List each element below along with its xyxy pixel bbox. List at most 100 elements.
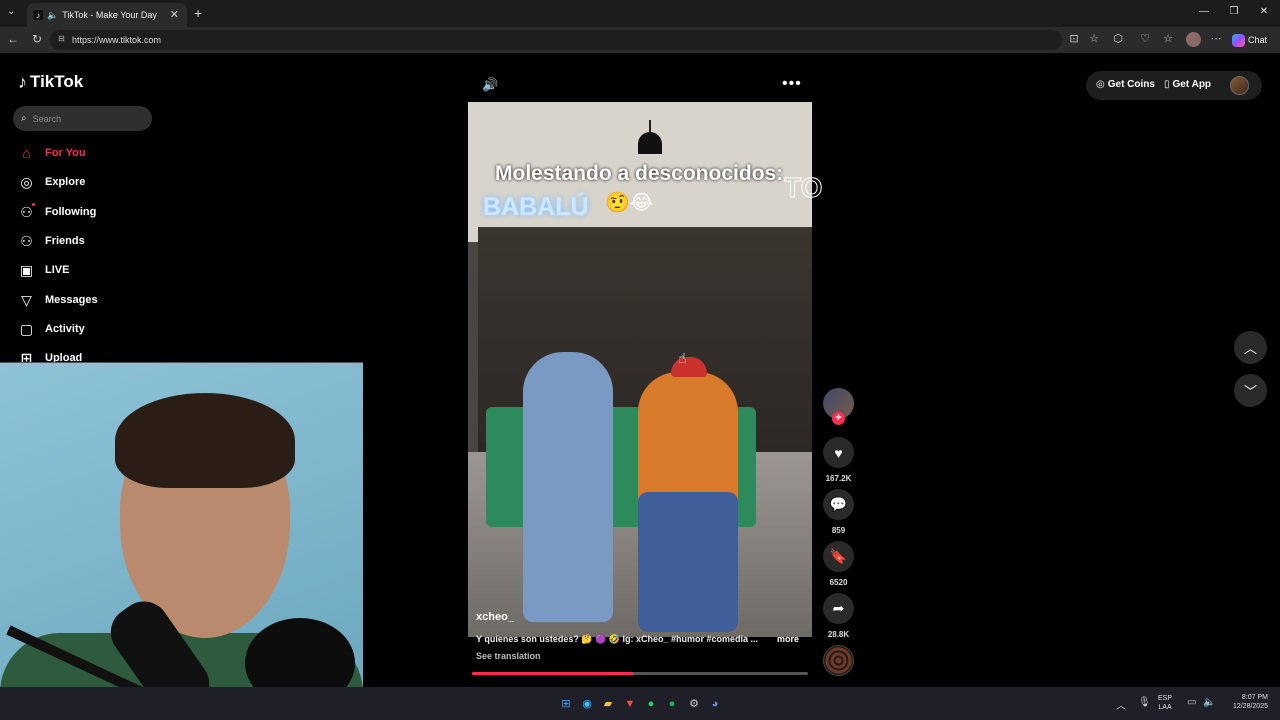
description-more-link[interactable]: more [777,634,799,644]
maximize-button[interactable]: ❐ [1226,6,1242,17]
sidebar-item-label: Explore [45,176,86,188]
whatsapp-icon[interactable]: ● [644,697,658,711]
video-description: Y quienes son ustedes? 🤔 🟣 🤣 Ig: xCheo_ … [476,634,759,644]
clock[interactable]: 8:07 PM 12/28/2025 [1222,693,1268,711]
activity-icon: ▢ [19,320,34,337]
see-translation-link[interactable]: See translation [476,651,541,661]
save-button[interactable]: 🔖 [823,541,854,572]
previous-video-button[interactable]: ︿ [1234,331,1267,364]
sidebar-item-friends[interactable]: ⚇ Friends [18,231,85,251]
get-coins-label: Get Coins [1107,79,1155,90]
lang-line-1: ESP [1158,695,1173,702]
sidebar-item-label: Following [45,206,97,218]
share-count: 28.8K [827,630,850,639]
video-overlay-caption-tail: TO [783,172,823,204]
video-overlay-emojis: 🤨😂 [605,192,654,214]
sidebar-item-label: Messages [45,294,98,306]
new-tab-button[interactable]: + [194,5,202,21]
url-field[interactable]: ⊟ https://www.tiktok.com [50,30,1062,50]
live-icon: ▣ [19,261,34,278]
browser-tab[interactable]: ♪ 🔈 TikTok - Make Your Day ✕ [27,3,187,27]
favorite-star-icon[interactable]: ☆ [1086,32,1102,45]
site-info-icon[interactable]: ⊟ [58,34,65,43]
following-icon: ⚇ [20,203,33,220]
home-icon: ⌂ [22,145,31,161]
like-count: 167.2K [825,474,852,483]
save-count: 6520 [829,578,848,587]
tray-overflow-chevron-icon[interactable]: ︿ [1116,697,1126,712]
chat-label: Chat [1248,35,1268,45]
search-input[interactable]: ⌕ Search [13,106,152,131]
tab-list-chevron-icon[interactable]: ⌄ [7,6,15,17]
browser-essentials-icon[interactable]: ♡ [1137,32,1153,45]
chevron-up-icon: ︿ [1243,341,1257,356]
sidebar-item-messages[interactable]: ▽ Messages [18,290,98,310]
refresh-icon[interactable]: ↻ [29,32,45,46]
edge-browser-icon[interactable]: ◉ [580,697,594,711]
share-arrow-icon: ➦ [832,600,845,616]
next-video-button[interactable]: ﹀ [1234,374,1267,407]
get-coins-button[interactable]: ◎ Get Coins [1096,79,1155,90]
sidebar-item-for-you[interactable]: ⌂ For You [18,143,86,163]
extensions-icon[interactable]: ⬡ [1110,32,1126,45]
user-profile-avatar[interactable] [1230,76,1249,95]
compass-icon: ◎ [20,173,33,190]
start-button-icon[interactable]: ⊞ [559,697,573,711]
sidebar-item-label: For You [45,147,86,159]
close-window-button[interactable]: ✕ [1256,6,1272,17]
more-options-icon[interactable]: ⋯ [1208,32,1224,45]
video-progress-bar[interactable] [472,672,808,675]
settings-gear-icon[interactable]: ⚙ [687,697,701,711]
messages-icon: ▽ [21,291,32,308]
comment-button[interactable]: 💬 [823,489,854,520]
sidebar-item-following[interactable]: ⚇ Following [18,202,96,222]
search-icon: ⌕ [21,113,27,124]
get-app-button[interactable]: ▯ Get App [1164,79,1211,90]
music-disc-icon[interactable] [823,645,854,676]
url-text: https://www.tiktok.com [72,35,162,45]
speaker-icon: 🔈 [47,9,59,20]
tab-title: TikTok - Make Your Day [62,10,157,20]
volume-icon[interactable]: 🔊 [482,77,498,93]
comment-count: 859 [831,526,846,535]
back-arrow-icon[interactable]: ← [5,32,21,46]
sidebar-item-label: Activity [45,323,85,335]
share-button[interactable]: ➦ [823,593,854,624]
clock-time: 8:07 PM [1241,694,1268,701]
input-language-indicator[interactable]: ESP LAA [1158,694,1172,712]
phone-icon: ▯ [1164,79,1170,90]
profile-avatar-icon[interactable] [1186,32,1201,47]
tiktok-logo[interactable]: ♪ TikTok [18,71,83,93]
video-lamp [638,132,662,154]
network-icon[interactable]: ▭ [1187,697,1196,708]
video-progress-fill [472,672,634,675]
sidebar-item-activity[interactable]: ▢ Activity [18,319,85,339]
video-author-username[interactable]: xcheo_ [476,611,514,623]
sidebar-item-label: Friends [45,235,85,247]
search-placeholder: Search [32,113,62,124]
copilot-chat-button[interactable]: Chat [1232,31,1267,49]
logo-text: TikTok [30,72,84,91]
tab-close-icon[interactable]: ✕ [170,8,179,21]
friends-icon: ⚇ [20,232,33,249]
follow-plus-icon[interactable]: + [832,412,845,425]
discord-icon[interactable]: ◕ [708,697,722,711]
chevron-down-icon: ﹀ [1243,384,1257,399]
sidebar-item-live[interactable]: ▣ LIVE [18,260,70,280]
heart-icon: ♥ [834,444,843,461]
reader-view-icon[interactable]: ⊡ [1066,32,1082,45]
microphone-tray-icon[interactable]: 🎙 [1138,697,1151,708]
file-explorer-icon[interactable]: ▰ [601,697,615,711]
minimize-button[interactable]: — [1196,6,1212,17]
copilot-icon [1232,33,1245,47]
spotify-icon[interactable]: ● [665,697,679,711]
like-button[interactable]: ♥ [823,437,854,468]
brave-browser-icon[interactable]: ▼ [623,697,637,711]
tiktok-note-icon: ♪ [18,71,27,92]
coin-icon: ◎ [1096,79,1105,90]
video-more-options-icon[interactable]: ••• [782,75,802,93]
tiktok-favicon-icon: ♪ [33,10,43,20]
favorites-icon[interactable]: ☆ [1160,32,1176,45]
volume-tray-icon[interactable]: 🔈 [1203,697,1215,708]
sidebar-item-explore[interactable]: ◎ Explore [18,172,85,192]
